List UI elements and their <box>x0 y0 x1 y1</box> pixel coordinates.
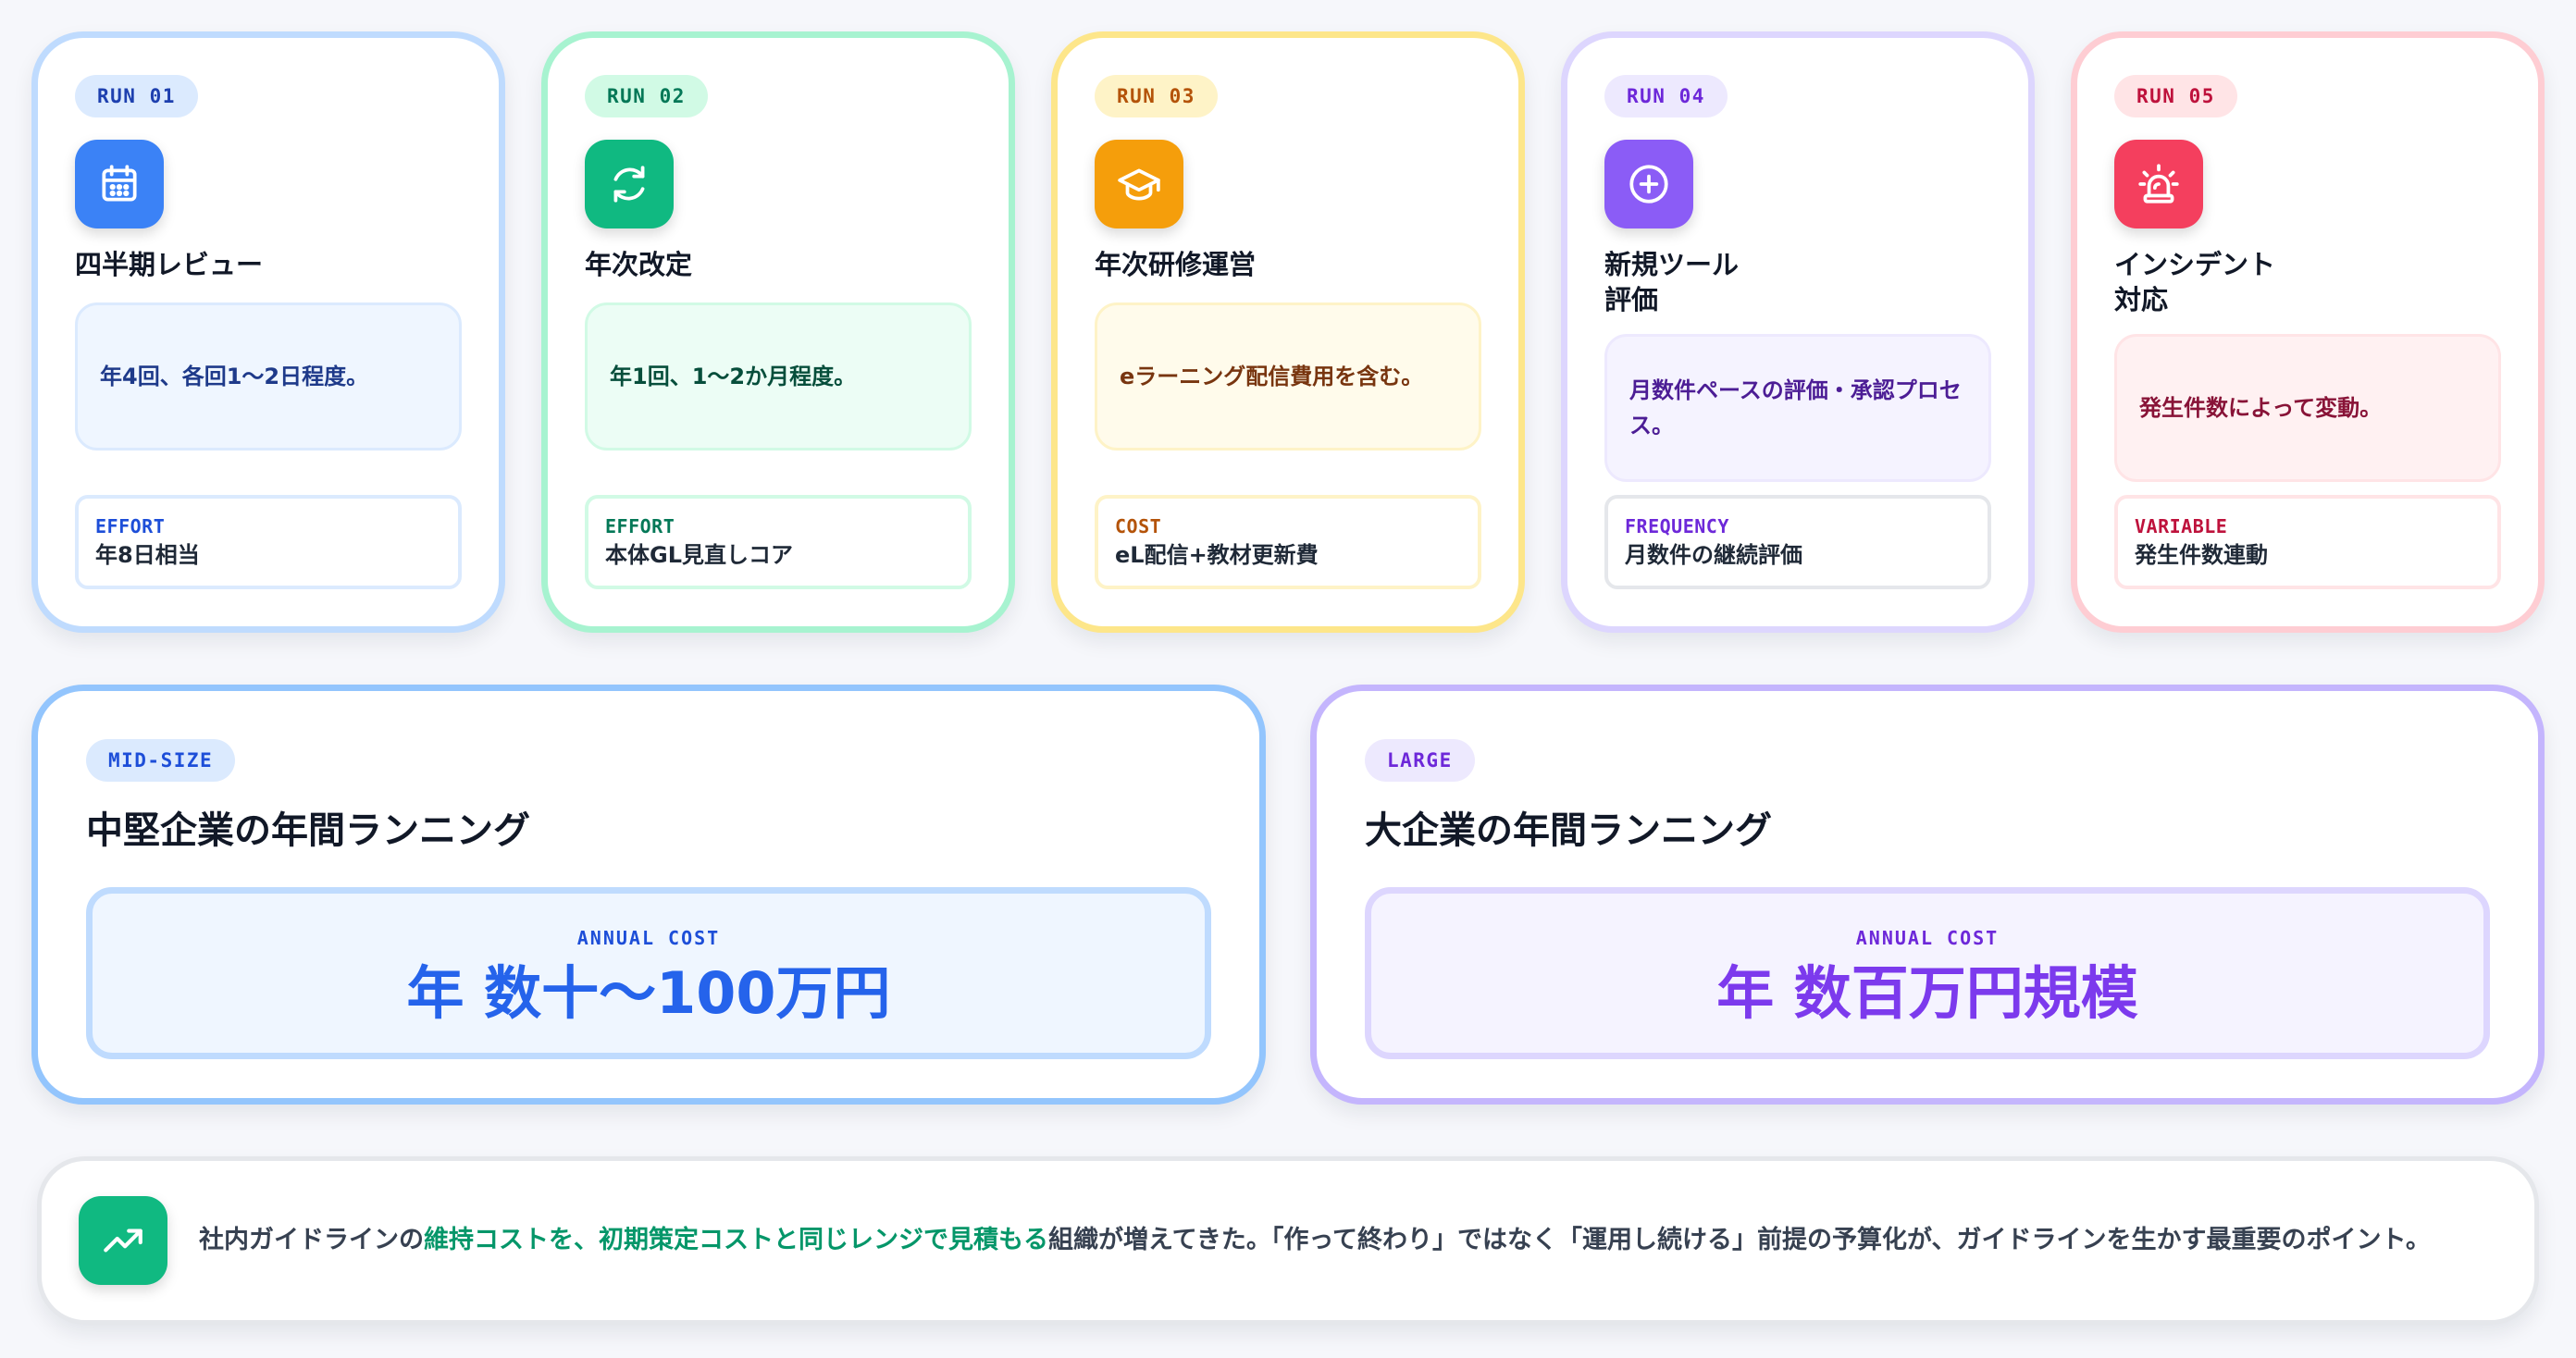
large-badge: LARGE <box>1365 739 1475 782</box>
run-title: 年次改定 <box>585 249 693 280</box>
plus-circle-icon <box>1604 140 1693 228</box>
calendar-icon <box>75 140 164 228</box>
run-meta: EFFORT 本体GL見直しコア <box>585 495 972 589</box>
run-description: eラーニング配信費用を含む。 <box>1095 302 1481 451</box>
note-text-after: 組織が増えてきた。「作って終わり」ではなく「運用し続ける」前提の予算化が、ガイド… <box>1048 1226 2431 1254</box>
run-meta: COST eL配信+教材更新費 <box>1095 495 1481 589</box>
run-cards: RUN 01 四半期レビュー 年4回、各回1〜2日程度。 EFFORT 年8日相… <box>31 31 2545 633</box>
run-card-04: RUN 04 新規ツール 評価 月数件ペースの評価・承認プロセス。 FREQUE… <box>1561 31 2035 633</box>
run-meta-key: EFFORT <box>95 515 166 537</box>
run-meta: VARIABLE 発生件数連動 <box>2114 495 2501 589</box>
mid-size-title: 中堅企業の年間ランニング <box>86 809 530 852</box>
run-badge: RUN 04 <box>1604 75 1728 117</box>
run-card-02: RUN 02 年次改定 年1回、1〜2か月程度。 EFFORT 本体GL見直しコ… <box>541 31 1015 633</box>
run-card-05: RUN 05 インシデント 対応 発生件数によって変動。 VARIABLE 発生… <box>2071 31 2545 633</box>
run-meta-value: eL配信+教材更新費 <box>1115 542 1319 568</box>
note-text-highlight: 維持コストを、初期策定コストと同じレンジで見積もる <box>424 1226 1048 1254</box>
large-card: LARGE 大企業の年間ランニング ANNUAL COST 年 数百万円規模 <box>1310 685 2545 1105</box>
run-meta: EFFORT 年8日相当 <box>75 495 462 589</box>
run-badge: RUN 03 <box>1095 75 1218 117</box>
summary-note-text: 社内ガイドラインの維持コストを、初期策定コストと同じレンジで見積もる組織が増えて… <box>199 1219 2475 1262</box>
run-description: 月数件ペースの評価・承認プロセス。 <box>1604 334 1991 482</box>
annual-cost-label: ANNUAL COST <box>576 927 721 949</box>
run-meta: FREQUENCY 月数件の継続評価 <box>1604 495 1991 589</box>
trending-up-icon <box>79 1196 167 1285</box>
annual-cost-value: 年 数百万円規模 <box>1716 959 2138 1027</box>
run-meta-value: 月数件の継続評価 <box>1625 542 1802 568</box>
run-description: 年4回、各回1〜2日程度。 <box>75 302 462 451</box>
annual-cost-value: 年 数十〜100万円 <box>406 959 891 1027</box>
graduation-cap-icon <box>1095 140 1183 228</box>
run-meta-key: FREQUENCY <box>1625 515 1729 537</box>
run-title: 新規ツール 評価 <box>1604 249 1740 315</box>
page: RUN 01 四半期レビュー 年4回、各回1〜2日程度。 EFFORT 年8日相… <box>0 0 2576 1358</box>
run-meta-key: VARIABLE <box>2135 515 2228 537</box>
run-meta-key: EFFORT <box>605 515 675 537</box>
summary-note: 社内ガイドラインの維持コストを、初期策定コストと同じレンジで見積もる組織が増えて… <box>37 1156 2539 1325</box>
mid-size-cost-box: ANNUAL COST 年 数十〜100万円 <box>86 887 1211 1059</box>
run-badge: RUN 05 <box>2114 75 2237 117</box>
refresh-icon <box>585 140 674 228</box>
run-meta-value: 年8日相当 <box>95 542 200 568</box>
run-description: 年1回、1〜2か月程度。 <box>585 302 972 451</box>
mid-size-badge: MID-SIZE <box>86 739 236 782</box>
run-card-03: RUN 03 年次研修運営 eラーニング配信費用を含む。 COST eL配信+教… <box>1051 31 1525 633</box>
note-text-before: 社内ガイドラインの <box>199 1226 424 1254</box>
run-title: 年次研修運営 <box>1095 249 1257 280</box>
run-title: 四半期レビュー <box>75 249 264 280</box>
alarm-siren-icon <box>2114 140 2203 228</box>
run-meta-value: 発生件数連動 <box>2135 542 2268 568</box>
run-card-01: RUN 01 四半期レビュー 年4回、各回1〜2日程度。 EFFORT 年8日相… <box>31 31 505 633</box>
run-badge: RUN 01 <box>75 75 198 117</box>
mid-size-card: MID-SIZE 中堅企業の年間ランニング ANNUAL COST 年 数十〜1… <box>31 685 1266 1105</box>
run-badge: RUN 02 <box>585 75 708 117</box>
large-title: 大企業の年間ランニング <box>1365 809 1772 852</box>
run-description: 発生件数によって変動。 <box>2114 334 2501 482</box>
run-title: インシデント 対応 <box>2114 249 2276 315</box>
run-meta-value: 本体GL見直しコア <box>605 542 793 568</box>
run-meta-key: COST <box>1115 515 1162 537</box>
large-cost-box: ANNUAL COST 年 数百万円規模 <box>1365 887 2490 1059</box>
annual-cost-label: ANNUAL COST <box>1855 927 2000 949</box>
